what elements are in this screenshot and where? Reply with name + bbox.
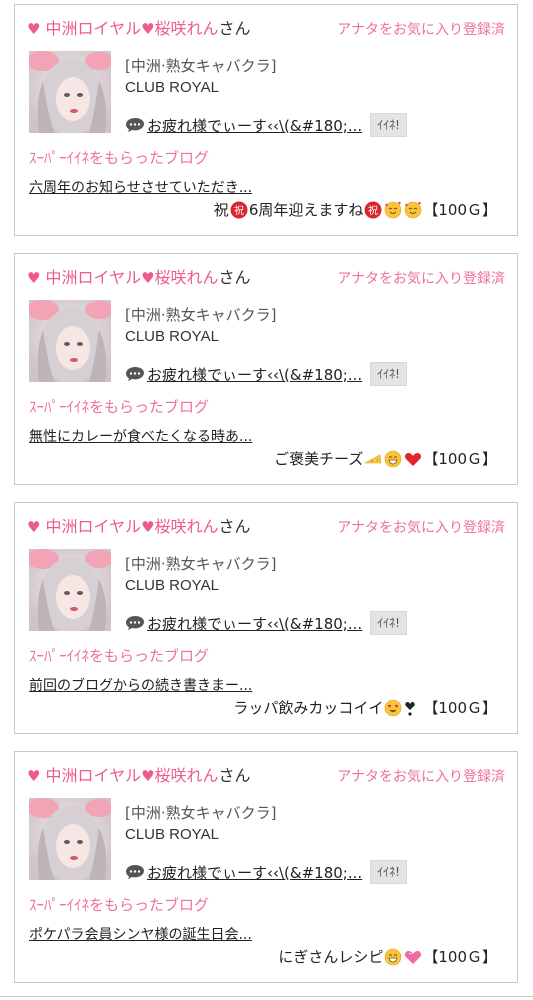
message-link[interactable]: お疲れ様でぃーす‹‹\(&#180;...: [147, 115, 362, 136]
message-link[interactable]: お疲れ様でぃーす‹‹\(&#180;...: [147, 613, 362, 634]
store-name[interactable]: 中洲ロイヤル: [46, 766, 142, 785]
honorific: さん: [218, 517, 251, 536]
like-button[interactable]: ｲｲﾈ!: [370, 611, 407, 635]
congrats-icon: 祝: [230, 201, 248, 219]
speech-bubble-icon: [125, 366, 145, 382]
blog-like-card: ♥ 中洲ロイヤル♥桜咲れんさん アナタをお気に入り登録済 [中洲·熟女キャバクラ] C…: [14, 751, 518, 983]
super-like-label: ｽｰﾊﾟｰｲｲﾈをもらったブログ: [29, 398, 210, 416]
heart-exclamation-icon: [404, 699, 422, 717]
honorific: さん: [218, 766, 251, 785]
gift-text-prefix: 祝: [213, 201, 229, 219]
like-button[interactable]: ｲｲﾈ!: [370, 860, 407, 884]
message-row: お疲れ様でぃーす‹‹\(&#180;... ｲｲﾈ!: [125, 362, 407, 386]
heart-icon: ♥: [27, 767, 41, 785]
card-title[interactable]: ♥ 中洲ロイヤル♥桜咲れんさん: [27, 766, 251, 786]
cast-name[interactable]: 桜咲れん: [155, 268, 219, 287]
favorite-status: アナタをお気に入り登録済: [337, 769, 505, 785]
gift-text: ラッパ飲みカッコイイ: [233, 699, 384, 717]
like-button[interactable]: ｲｲﾈ!: [370, 113, 407, 137]
gift-amount: 【100Ｇ】: [423, 948, 497, 966]
heart-icon: ♥: [141, 20, 155, 38]
gift-message: 祝祝 6周年迎えますね祝【100Ｇ】: [214, 199, 497, 220]
speech-bubble-icon: [125, 117, 145, 133]
blog-like-card: ♥ 中洲ロイヤル♥桜咲れんさん アナタをお気に入り登録済 [中洲·熟女キャバクラ] C…: [14, 253, 518, 485]
super-like-label: ｽｰﾊﾟｰｲｲﾈをもらったブログ: [29, 149, 210, 167]
blog-title-link[interactable]: 前回のブログからの続き書きまー...: [29, 675, 252, 695]
store-type: [中洲·熟女キャバクラ]: [125, 57, 277, 75]
store-type: [中洲·熟女キャバクラ]: [125, 804, 277, 822]
like-button[interactable]: ｲｲﾈ!: [370, 362, 407, 386]
card-title[interactable]: ♥ 中洲ロイヤル♥桜咲れんさん: [27, 268, 251, 288]
congrats-icon: 祝: [364, 201, 382, 219]
super-like-label: ｽｰﾊﾟｰｲｲﾈをもらったブログ: [29, 896, 210, 914]
card-title[interactable]: ♥ 中洲ロイヤル♥桜咲れんさん: [27, 517, 251, 537]
blog-title-link[interactable]: 六周年のお知らせさせていただき...: [29, 177, 252, 197]
avatar[interactable]: [29, 300, 111, 382]
pink-heart-icon: [404, 948, 422, 966]
honorific: さん: [218, 268, 251, 287]
heart-icon: ♥: [141, 518, 155, 536]
avatar[interactable]: [29, 51, 111, 133]
svg-text:祝: 祝: [368, 204, 378, 217]
gift-amount: 【100Ｇ】: [423, 201, 497, 219]
gift-message: ラッパ飲みカッコイイ 【100Ｇ】: [233, 697, 497, 718]
svg-text:祝: 祝: [234, 204, 244, 217]
message-row: お疲れ様でぃーす‹‹\(&#180;... ｲｲﾈ!: [125, 113, 407, 137]
message-link[interactable]: お疲れ様でぃーす‹‹\(&#180;...: [147, 862, 362, 883]
store-type: [中洲·熟女キャバクラ]: [125, 555, 277, 573]
cast-name[interactable]: 桜咲れん: [155, 19, 219, 38]
grin-icon: [384, 450, 402, 468]
message-row: お疲れ様でぃーす‹‹\(&#180;... ｲｲﾈ!: [125, 611, 407, 635]
gift-text: ご褒美チーズ: [274, 450, 364, 468]
heart-icon: ♥: [27, 20, 41, 38]
cheese-icon: [364, 450, 382, 468]
club-name: CLUB ROYAL: [125, 826, 219, 843]
speech-bubble-icon: [125, 615, 145, 631]
speech-bubble-icon: [125, 864, 145, 880]
blog-like-card: ♥ 中洲ロイヤル♥桜咲れんさん アナタをお気に入り登録済 [中洲·熟女キャバクラ] C…: [14, 4, 518, 236]
cast-name[interactable]: 桜咲れん: [155, 517, 219, 536]
honorific: さん: [218, 19, 251, 38]
blog-like-card: ♥ 中洲ロイヤル♥桜咲れんさん アナタをお気に入り登録済 [中洲·熟女キャバクラ] C…: [14, 502, 518, 734]
card-title[interactable]: ♥ 中洲ロイヤル♥桜咲れんさん: [27, 19, 251, 39]
grin-icon: [384, 948, 402, 966]
gift-amount: 【100Ｇ】: [423, 450, 497, 468]
red-heart-icon: [404, 450, 422, 468]
favorite-status: アナタをお気に入り登録済: [337, 520, 505, 536]
blog-title-link[interactable]: 無性にカレーが食べたくなる時あ...: [29, 426, 252, 446]
gift-message: ご褒美チーズ 【100Ｇ】: [274, 448, 497, 469]
blog-title-link[interactable]: ポケパラ会員シンヤ様の誕生日会...: [29, 924, 252, 944]
message-link[interactable]: お疲れ様でぃーす‹‹\(&#180;...: [147, 364, 362, 385]
bottom-divider: [0, 996, 533, 997]
favorite-status: アナタをお気に入り登録済: [337, 271, 505, 287]
avatar[interactable]: [29, 798, 111, 880]
store-name[interactable]: 中洲ロイヤル: [46, 268, 142, 287]
smiling-hearts-icon: [404, 201, 422, 219]
store-type: [中洲·熟女キャバクラ]: [125, 306, 277, 324]
heart-icon: ♥: [27, 269, 41, 287]
super-like-label: ｽｰﾊﾟｰｲｲﾈをもらったブログ: [29, 647, 210, 665]
gift-text: にぎさんレシピ: [278, 948, 384, 966]
gift-amount: 【100Ｇ】: [423, 699, 497, 717]
avatar[interactable]: [29, 549, 111, 631]
favorite-status: アナタをお気に入り登録済: [337, 22, 505, 38]
club-name: CLUB ROYAL: [125, 328, 219, 345]
club-name: CLUB ROYAL: [125, 577, 219, 594]
gift-message: にぎさんレシピ 【100Ｇ】: [278, 946, 497, 967]
club-name: CLUB ROYAL: [125, 79, 219, 96]
heart-icon: ♥: [141, 269, 155, 287]
heart-eyes-icon: [384, 699, 402, 717]
message-row: お疲れ様でぃーす‹‹\(&#180;... ｲｲﾈ!: [125, 860, 407, 884]
gift-text: 6周年迎えますね: [248, 201, 364, 219]
store-name[interactable]: 中洲ロイヤル: [46, 19, 142, 38]
store-name[interactable]: 中洲ロイヤル: [46, 517, 142, 536]
heart-icon: ♥: [27, 518, 41, 536]
cast-name[interactable]: 桜咲れん: [155, 766, 219, 785]
heart-icon: ♥: [141, 767, 155, 785]
smiling-hearts-icon: [384, 201, 402, 219]
